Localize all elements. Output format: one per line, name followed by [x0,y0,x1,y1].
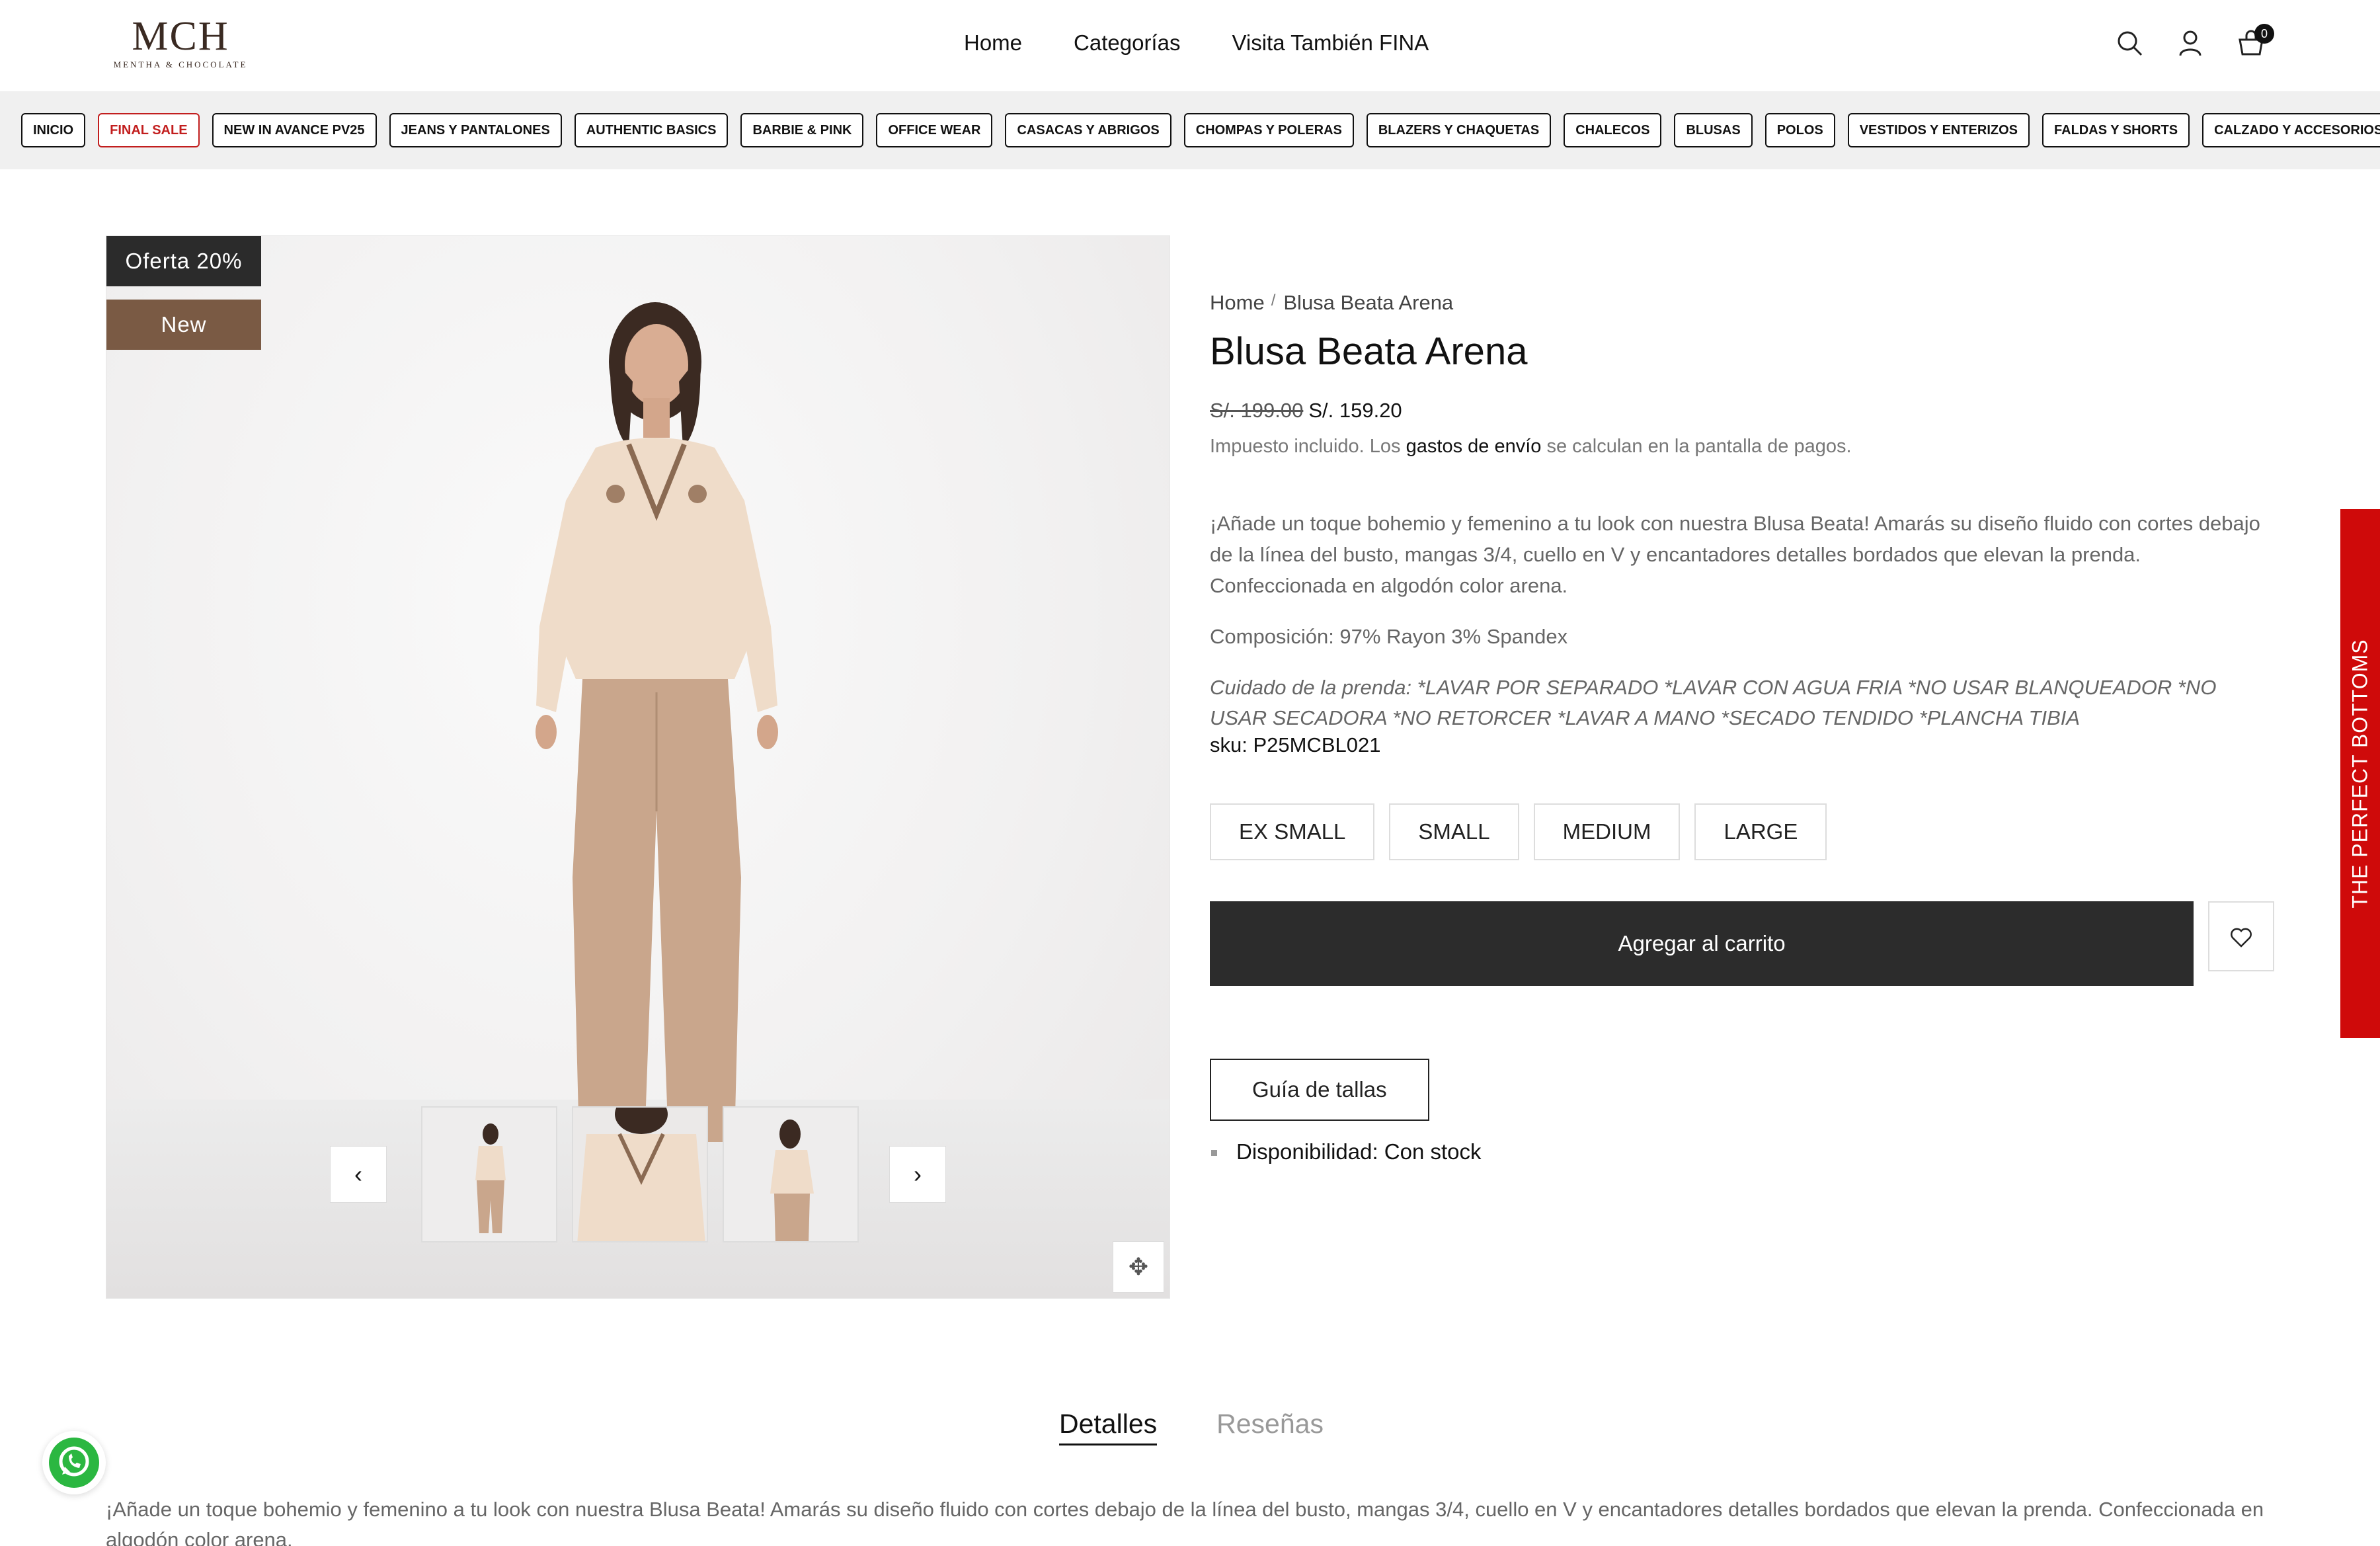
category-final-sale[interactable]: FINAL SALE [98,113,200,147]
product-info: Home / Blusa Beata Arena Blusa Beata Arena… [1210,291,2274,1164]
zoom-icon[interactable]: ✥ [1113,1241,1164,1293]
tax-note-post: se calculan en la pantalla de pagos. [1541,436,1852,457]
size-option-medium[interactable]: MEDIUM [1533,803,1681,860]
category-new-in[interactable]: NEW IN AVANCE PV25 [212,113,377,147]
category-office-wear[interactable]: OFFICE WEAR [876,113,993,147]
category-faldas[interactable]: FALDAS Y SHORTS [2042,113,2190,147]
brand-logo[interactable]: MCH MENTHA & CHOCOLATE [104,15,257,70]
nav-categorias[interactable]: Categorías [1074,30,1180,56]
size-option-ex-small[interactable]: EX SMALL [1210,803,1375,860]
details-description: ¡Añade un toque bohemio y femenino a tu … [106,1498,2264,1546]
nav-home[interactable]: Home [964,30,1022,56]
product-tabs: Detalles Reseñas [1059,1408,1324,1445]
whatsapp-icon [49,1438,99,1488]
tax-note: Impuesto incluido. Los gastos de envío s… [1210,436,2274,458]
main-nav: Home Categorías Visita También FINA [964,30,1429,56]
category-polos[interactable]: POLOS [1765,113,1835,147]
product-description: ¡Añade un toque bohemio y femenino a tu … [1210,512,2260,597]
product-sku: sku: P25MCBL021 [1210,733,1381,756]
product-care: Cuidado de la prenda: *LAVAR POR SEPARAD… [1210,676,2217,729]
tab-details[interactable]: Detalles [1059,1408,1158,1445]
category-casacas[interactable]: CASACAS Y ABRIGOS [1005,113,1171,147]
shipping-link[interactable]: gastos de envío [1406,436,1542,457]
availability-status: Disponibilidad: Con stock [1210,1139,2274,1164]
logo-subtitle: MENTHA & CHOCOLATE [113,60,248,69]
cart-count-badge: 0 [2254,24,2274,44]
nav-visita-fina[interactable]: Visita También FINA [1232,30,1429,56]
category-list: INICIO FINAL SALE NEW IN AVANCE PV25 JEA… [21,113,2380,147]
breadcrumb: Home / Blusa Beata Arena [1210,291,2274,315]
size-option-large[interactable]: LARGE [1694,803,1827,860]
search-icon[interactable] [2116,29,2143,57]
add-to-cart-button[interactable]: Agregar al carrito [1210,901,2194,986]
account-icon[interactable] [2176,29,2204,57]
category-bar: INICIO FINAL SALE NEW IN AVANCE PV25 JEA… [0,91,2380,169]
logo-mark: MCH [132,14,229,59]
thumbnail-3[interactable] [723,1106,859,1242]
product-main-image [536,302,778,1142]
promo-side-tab-label: THE PERFECT BOTTOMS [2348,639,2372,909]
category-blazers[interactable]: BLAZERS Y CHAQUETAS [1366,113,1552,147]
breadcrumb-separator: / [1271,292,1276,309]
category-jeans[interactable]: JEANS Y PANTALONES [389,113,562,147]
tab-reviews[interactable]: Reseñas [1216,1408,1324,1445]
cart-icon[interactable]: 0 [2237,24,2274,57]
category-chalecos[interactable]: CHALECOS [1564,113,1662,147]
product-gallery[interactable]: Oferta 20% New ‹ › ✥ [106,235,1170,1299]
promo-side-tab[interactable]: THE PERFECT BOTTOMS [2340,509,2380,1038]
size-selector: EX SMALL SMALL MEDIUM LARGE [1210,803,2274,860]
category-blusas[interactable]: BLUSAS [1674,113,1753,147]
cart-actions: Agregar al carrito [1210,901,2274,986]
product-title: Blusa Beata Arena [1210,330,1528,373]
category-calzado[interactable]: CALZADO Y ACCESORIOS [2202,113,2380,147]
whatsapp-button[interactable] [42,1431,106,1494]
badge-new: New [106,300,261,350]
gallery-prev-button[interactable]: ‹ [330,1146,387,1203]
product-price: S/. 199.00 S/. 159.20 [1210,399,2274,423]
site-header: MCH MENTHA & CHOCOLATE Home Categorías V… [0,0,2380,91]
category-barbie-pink[interactable]: BARBIE & PINK [740,113,864,147]
price-original: S/. 199.00 [1210,399,1304,422]
gallery-next-button[interactable]: › [889,1146,946,1203]
thumbnail-strip [421,1106,859,1242]
badge-sale: Oferta 20% [106,236,261,286]
price-sale: S/. 159.20 [1308,399,1402,422]
category-authentic-basics[interactable]: AUTHENTIC BASICS [574,113,729,147]
size-guide-button[interactable]: Guía de tallas [1210,1059,1429,1121]
product-composition: Composición: 97% Rayon 3% Spandex [1210,625,1568,648]
breadcrumb-home[interactable]: Home [1210,291,1265,314]
category-vestidos[interactable]: VESTIDOS Y ENTERIZOS [1847,113,2030,147]
wishlist-heart-icon[interactable] [2208,901,2274,971]
thumbnail-1[interactable] [421,1106,557,1242]
header-actions: 0 [2116,24,2274,57]
category-chompas[interactable]: CHOMPAS Y POLERAS [1183,113,1354,147]
category-inicio[interactable]: INICIO [21,113,86,147]
thumbnail-2[interactable] [572,1106,708,1242]
tax-note-pre: Impuesto incluido. Los [1210,436,1406,457]
size-option-small[interactable]: SMALL [1389,803,1519,860]
breadcrumb-current: Blusa Beata Arena [1283,291,1454,314]
